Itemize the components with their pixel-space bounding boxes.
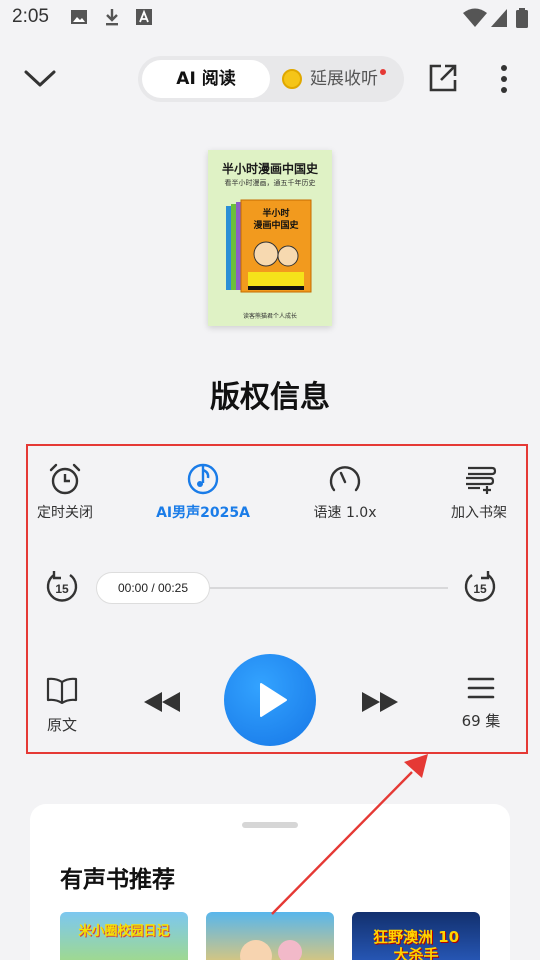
alarm-clock-icon — [49, 463, 81, 495]
cover-publisher: 读客熊猫君个人成长 — [242, 313, 297, 320]
speedometer-icon — [329, 466, 361, 492]
download-notification-icon — [106, 9, 118, 26]
recommended-book-2[interactable] — [206, 912, 334, 960]
recommended-book-1[interactable]: 米小圈校园日记 — [60, 912, 188, 960]
book-cover: 半小时漫画中国史 看半小时漫画，通五千年历史 半小时 漫画中国史 读客熊猫君个人… — [208, 150, 332, 326]
svg-text:半小时: 半小时 — [262, 207, 289, 219]
recommended-book-3[interactable]: 狂野澳洲 10大杀手 — [352, 912, 480, 960]
tab-extended-label: 延展收听 — [310, 69, 378, 89]
top-bar: AI 阅读 延展收听 — [0, 52, 540, 106]
forward-15-icon: 15 — [464, 571, 496, 602]
collapse-button[interactable] — [20, 60, 60, 96]
chevron-down-icon — [24, 70, 56, 87]
image-notification-icon — [71, 10, 87, 24]
voice-select-label: AI男声2025A — [156, 505, 250, 521]
tab-ai-read[interactable]: AI 阅读 — [142, 60, 270, 98]
notification-dot — [380, 69, 386, 75]
forward-seconds: 15 — [473, 582, 487, 596]
share-button[interactable] — [427, 62, 459, 94]
recommended-book-1-title: 米小圈校园日记 — [78, 924, 170, 939]
cover-subtitle: 看半小时漫画，通五千年历史 — [224, 179, 316, 187]
recommendation-title: 有声书推荐 — [60, 867, 175, 893]
add-to-bookshelf-icon — [466, 466, 497, 494]
add-to-shelf-button[interactable]: 加入书架 — [424, 462, 534, 522]
sleep-timer-button[interactable]: 定时关闭 — [10, 462, 120, 522]
cover-title: 半小时漫画中国史 — [221, 162, 318, 176]
next-chapter-button[interactable] — [360, 690, 400, 718]
voice-tuner-icon — [187, 463, 219, 495]
chapter-title: 版权信息 — [210, 380, 330, 415]
more-options-button[interactable] — [494, 62, 514, 96]
forward-15-button[interactable]: 15 — [462, 570, 498, 610]
playback-speed-label: 语速 1.0x — [313, 505, 377, 521]
original-text-button[interactable]: 原文 — [40, 676, 84, 735]
episode-count-label: 69 集 — [461, 712, 501, 730]
open-book-icon — [46, 677, 78, 705]
player-settings-row: 定时关闭 AI男声2025A 语速 1.0x 加入书架 — [28, 462, 526, 526]
sleep-timer-label: 定时关闭 — [37, 505, 93, 521]
wifi-icon — [463, 8, 487, 27]
recommendation-sheet[interactable]: 有声书推荐 米小圈校园日记 狂野澳洲 10大杀手 — [30, 804, 510, 960]
next-icon — [362, 692, 398, 712]
play-button[interactable] — [224, 654, 316, 746]
add-to-shelf-label: 加入书架 — [451, 505, 507, 521]
rewind-15-icon: 15 — [46, 571, 78, 602]
rewind-seconds: 15 — [55, 582, 69, 596]
text-notification-icon — [136, 9, 152, 25]
playback-row: 原文 69 集 — [28, 652, 526, 752]
voice-select-button[interactable]: AI男声2025A — [148, 462, 258, 522]
player-controls-panel: 定时关闭 AI男声2025A 语速 1.0x 加入书架 15 00:00 / 0… — [26, 444, 528, 754]
cover-book-stack-illustration: 半小时 漫画中国史 — [226, 199, 312, 293]
tab-extended-listening[interactable]: 延展收听 — [282, 56, 386, 102]
previous-icon — [144, 692, 180, 712]
recommended-book-2-illustration — [240, 940, 302, 960]
playback-speed-button[interactable]: 语速 1.0x — [290, 462, 400, 522]
mode-tab-switch: AI 阅读 延展收听 — [138, 56, 404, 102]
list-icon — [467, 677, 495, 699]
progress-row: 15 00:00 / 00:25 15 — [28, 568, 526, 608]
battery-icon — [516, 8, 528, 28]
original-text-label: 原文 — [46, 716, 77, 734]
previous-chapter-button[interactable] — [142, 690, 182, 718]
play-icon — [260, 683, 287, 717]
coin-icon — [282, 69, 302, 89]
signal-icon — [491, 9, 507, 27]
status-time: 2:05 — [12, 6, 49, 27]
rewind-15-button[interactable]: 15 — [44, 570, 80, 610]
recommended-book-3-title: 狂野澳洲 10大杀手 — [372, 928, 460, 960]
svg-text:漫画中国史: 漫画中国史 — [253, 219, 299, 231]
episode-list-button[interactable]: 69 集 — [458, 676, 504, 731]
status-bar: 2:05 — [0, 0, 540, 36]
more-vertical-icon — [501, 65, 507, 93]
progress-time-display[interactable]: 00:00 / 00:25 — [96, 572, 210, 604]
sheet-drag-handle[interactable] — [242, 822, 298, 828]
share-icon — [429, 64, 457, 92]
